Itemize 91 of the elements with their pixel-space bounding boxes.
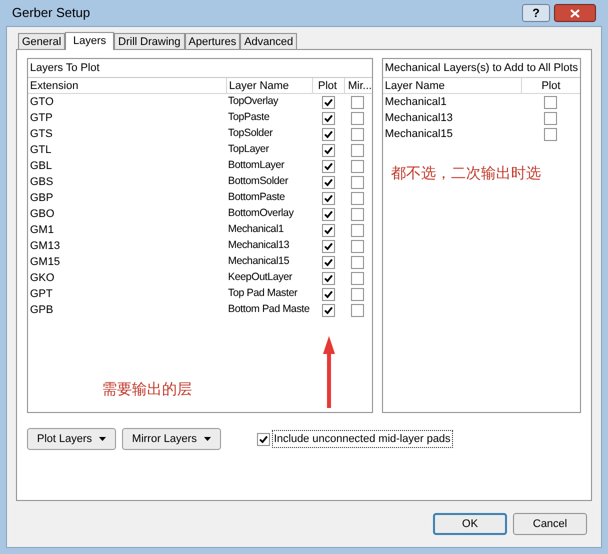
tab[interactable]: Apertures [184,33,240,49]
column-header[interactable]: Extension [28,78,226,94]
layer-name-cell-text: Mechanical15 [227,254,290,270]
mirror-checkbox[interactable] [351,224,364,236]
arrow-icon [323,336,335,408]
mirror-checkbox[interactable] [351,160,364,172]
window-title: Gerber Setup [12,4,90,22]
column-header[interactable]: Plot [520,78,580,94]
plot-checkbox[interactable] [544,128,557,140]
plot-checkbox[interactable] [322,128,334,140]
layer-name-cell-text: Mechanical13 [227,238,290,254]
dialog-button[interactable]: Cancel [513,513,587,535]
extension-cell-text: GTS [29,126,54,142]
tab[interactable]: General [18,33,66,49]
mirror-checkbox[interactable] [351,144,364,156]
plot-checkbox[interactable] [322,192,334,204]
plot-checkbox[interactable] [322,288,334,300]
layer-name-cell-text: BottomOverlay [227,206,295,222]
column-header[interactable]: Layer Name [382,78,521,94]
layer-name-cell-text: Mechanical15 [384,126,454,142]
extension-cell-text: GBL [29,158,54,174]
mirror-checkbox[interactable] [351,176,364,188]
layer-name-cell-text: KeepOutLayer [227,270,294,286]
plot-checkbox[interactable] [322,240,334,252]
plot-checkbox[interactable] [322,96,334,108]
plot-checkbox[interactable] [544,96,557,108]
extension-cell-text: GTL [29,142,52,158]
panel-title: Mechanical Layers(s) to Add to All Plots [382,59,580,78]
mirror-checkbox[interactable] [351,304,364,316]
extension-cell-text: GBO [29,206,56,222]
plot-checkbox[interactable] [322,112,334,124]
include-pads-checkbox[interactable] [256,432,270,446]
layer-name-cell-text: Bottom Pad Maste [227,302,311,318]
extension-cell-text: GM1 [29,222,55,238]
extension-cell-text: GTP [29,110,54,126]
layer-name-cell-text: Mechanical1 [227,222,285,238]
extension-cell-text: GM15 [29,254,61,270]
column-header[interactable]: Mir... [344,78,372,94]
column-header[interactable]: Layer Name [226,78,312,94]
check-icon [258,434,268,444]
extension-cell-text: GKO [29,270,56,286]
layer-name-cell-text: TopOverlay [227,94,280,110]
extension-cell-text: GPB [29,302,54,318]
tab[interactable]: Advanced [240,33,298,49]
dialog-button[interactable]: OK [433,513,507,535]
plot-checkbox[interactable] [544,112,557,124]
close-button[interactable] [554,4,596,22]
plot-checkbox[interactable] [322,144,334,156]
layer-name-cell-text: Top Pad Master [227,286,298,302]
plot-checkbox[interactable] [322,272,334,284]
mirror-checkbox[interactable] [351,96,364,108]
plot-checkbox[interactable] [322,304,334,316]
caret-icon [204,437,211,441]
close-icon [570,8,580,18]
layer-name-cell-text: Mechanical1 [384,94,448,110]
extension-cell-text: GBP [29,190,54,206]
extension-cell-text: GPT [29,286,54,302]
annotation-text: 需要输出的层 [102,380,192,400]
mirror-checkbox[interactable] [351,208,364,220]
help-button[interactable]: ? [522,4,550,22]
checkbox-label[interactable]: Include unconnected mid-layer pads [272,430,453,448]
plot-checkbox[interactable] [322,160,334,172]
mirror-checkbox[interactable] [351,256,364,268]
extension-cell-text: GTO [29,94,55,110]
extension-cell-text: GBS [29,174,54,190]
layer-name-cell-text: BottomLayer [227,158,286,174]
caret-icon [99,437,106,441]
mirror-checkbox[interactable] [351,272,364,284]
plot-checkbox[interactable] [322,176,334,188]
layer-name-cell-text: TopSolder [227,126,274,142]
column-header[interactable]: Plot [312,78,344,94]
tab[interactable]: Layers [65,32,114,50]
layer-name-cell-text: TopLayer [227,142,270,158]
plot-checkbox[interactable] [322,224,334,236]
mirror-checkbox[interactable] [351,128,364,140]
extension-cell-text: GM13 [29,238,61,254]
layer-name-cell-text: Mechanical13 [384,110,454,126]
mirror-checkbox[interactable] [351,112,364,124]
layer-name-cell-text: BottomSolder [227,174,290,190]
tab[interactable]: Drill Drawing [114,33,185,49]
plot-checkbox[interactable] [322,256,334,268]
mirror-checkbox[interactable] [351,192,364,204]
layer-name-cell-text: BottomPaste [227,190,286,206]
panel-title: Layers To Plot [28,59,372,78]
mirror-checkbox[interactable] [351,288,364,300]
annotation-text: 都不选，二次输出时选 [390,164,541,184]
plot-checkbox[interactable] [322,208,334,220]
dropdown-button[interactable]: Mirror Layers [122,428,221,450]
mirror-checkbox[interactable] [351,240,364,252]
dropdown-button[interactable]: Plot Layers [27,428,116,450]
layer-name-cell-text: TopPaste [227,110,270,126]
